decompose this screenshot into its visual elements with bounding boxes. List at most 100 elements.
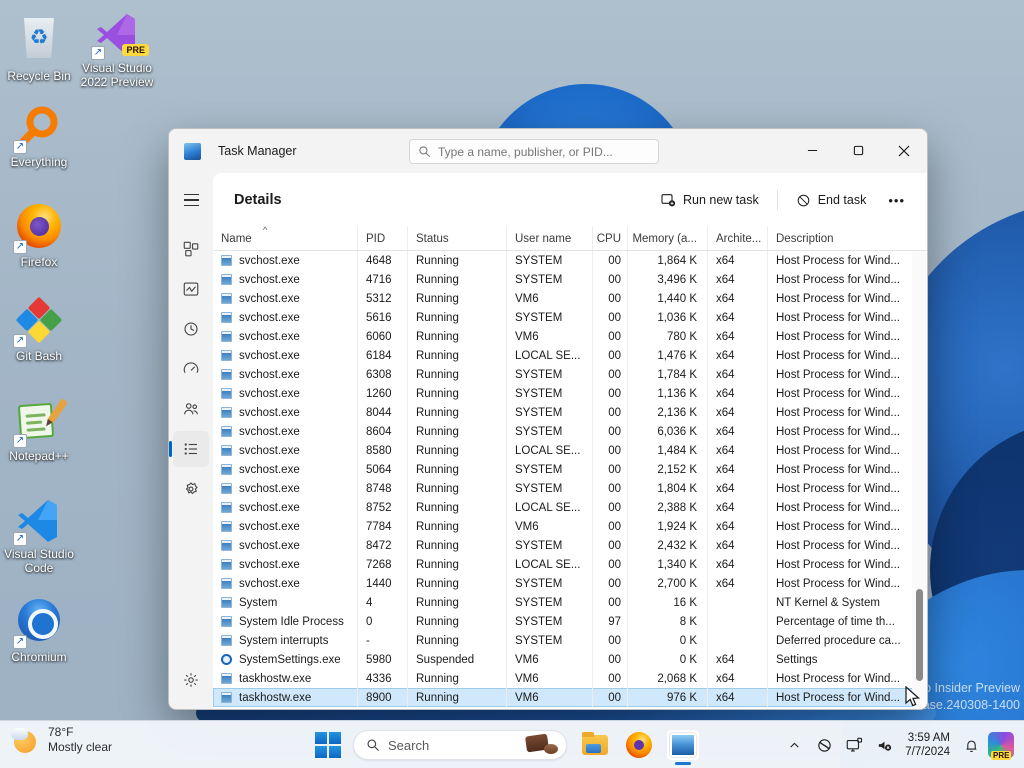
column-header-memory[interactable]: Memory (a... — [628, 227, 708, 250]
desktop-icon-notepad-plus-plus[interactable]: ↗ Notepad++ — [0, 398, 86, 463]
nav-performance[interactable] — [173, 271, 209, 307]
cell-mem: 1,924 K — [628, 517, 708, 536]
table-row[interactable]: svchost.exe 8752 Running LOCAL SE... 00 2,388… — [213, 498, 927, 517]
table-row[interactable]: svchost.exe 7784 Running VM6 00 1,924 Kx64 Hos… — [213, 517, 927, 536]
table-row[interactable]: svchost.exe 4716 Running SYSTEM 00 3,496 Kx64… — [213, 270, 927, 289]
column-header-user[interactable]: User name — [507, 227, 593, 250]
table-row[interactable]: taskhostw.exe 4336 Running VM6 00 2,068 Kx64 H… — [213, 669, 927, 688]
nav-settings[interactable] — [173, 662, 209, 698]
column-header-cpu[interactable]: CPU — [593, 227, 628, 250]
cell-arch: x64 — [708, 384, 768, 403]
process-icon — [221, 445, 232, 456]
table-row[interactable]: System 4 Running SYSTEM 00 16 K NT Kernel & Sy… — [213, 593, 927, 612]
cell-desc: Host Process for Wind... — [776, 501, 900, 514]
end-task-icon — [797, 194, 810, 206]
run-new-task-button[interactable]: Run new task — [650, 186, 769, 214]
nav-app-history[interactable] — [173, 311, 209, 347]
tray-display[interactable] — [839, 729, 869, 761]
taskbar-firefox[interactable] — [622, 729, 656, 761]
table-row[interactable]: System Idle Process 0 Running SYSTEM 97 8 K Pe… — [213, 612, 927, 631]
table-row[interactable]: svchost.exe 5616 Running SYSTEM 00 1,036 Kx64… — [213, 308, 927, 327]
cell-desc: Host Process for Wind... — [776, 482, 900, 495]
column-header-architecture[interactable]: Archite... — [708, 227, 768, 250]
cell-pid: 5064 — [358, 460, 408, 479]
table-row[interactable]: svchost.exe 1440 Running SYSTEM 00 2,700 Kx64… — [213, 574, 927, 593]
table-row[interactable]: svchost.exe 5064 Running SYSTEM 00 2,152 Kx64… — [213, 460, 927, 479]
desktop-icon-everything[interactable]: ↗ Everything — [0, 104, 86, 169]
cell-status: Running — [408, 631, 507, 650]
table-row[interactable]: svchost.exe 8748 Running SYSTEM 00 1,804 Kx64… — [213, 479, 927, 498]
cell-cpu: 00 — [593, 346, 628, 365]
tray-volume[interactable] — [869, 729, 899, 761]
weather-widget[interactable]: 78°F Mostly clear — [10, 725, 112, 755]
table-row[interactable]: taskhostw.exe 8900 Running VM6 00 976 Kx64 Hos… — [213, 688, 927, 707]
table-row[interactable]: svchost.exe 8044 Running SYSTEM 00 2,136 Kx64… — [213, 403, 927, 422]
cell-status: Running — [408, 346, 507, 365]
tray-clock[interactable]: 3:59 AM 7/7/2024 — [905, 731, 950, 759]
table-row[interactable]: SystemSettings.exe 5980 Suspended VM6 00 0 Kx… — [213, 650, 927, 669]
maximize-button[interactable] — [835, 129, 881, 172]
search-icon — [419, 146, 430, 157]
shortcut-arrow-icon: ↗ — [13, 334, 27, 348]
cell-desc: Host Process for Wind... — [776, 254, 900, 267]
table-row[interactable]: svchost.exe 7268 Running LOCAL SE... 00 1,340… — [213, 555, 927, 574]
tray-show-hidden-icons[interactable] — [779, 729, 809, 761]
cell-name: svchost.exe — [213, 517, 358, 536]
column-header-pid[interactable]: PID — [358, 227, 408, 250]
column-header-status[interactable]: Status — [408, 227, 507, 250]
taskbar-file-explorer[interactable] — [578, 729, 612, 761]
end-task-button[interactable]: End task — [786, 187, 877, 214]
more-options-button[interactable]: ••• — [880, 189, 913, 212]
nav-processes[interactable] — [173, 231, 209, 267]
tray-notifications[interactable] — [956, 729, 986, 761]
minimize-button[interactable] — [789, 129, 835, 172]
table-row[interactable]: svchost.exe 6060 Running VM6 00 780 Kx64 Host … — [213, 327, 927, 346]
nav-details[interactable] — [169, 431, 209, 467]
table-row[interactable]: svchost.exe 8604 Running SYSTEM 00 6,036 Kx64… — [213, 422, 927, 441]
desktop-icon-git-bash[interactable]: ↗ Git Bash — [0, 296, 86, 363]
table-row[interactable]: System interrupts - Running SYSTEM 00 0 K Defe… — [213, 631, 927, 650]
cell-user: SYSTEM — [507, 365, 593, 384]
table-row[interactable]: svchost.exe 1260 Running SYSTEM 00 1,136 Kx64… — [213, 384, 927, 403]
cell-status: Running — [408, 289, 507, 308]
search-highlight-cake-icon — [524, 732, 562, 758]
table-row[interactable]: svchost.exe 8580 Running LOCAL SE... 00 1,484… — [213, 441, 927, 460]
shortcut-arrow-icon: ↗ — [13, 434, 27, 448]
process-search-input[interactable]: Type a name, publisher, or PID... — [409, 139, 659, 164]
desktop-icon-visual-studio-preview[interactable]: PRE ↗ Visual Studio 2022 Preview — [70, 10, 164, 89]
cell-mem: 1,440 K — [628, 289, 708, 308]
cell-status: Running — [408, 669, 507, 688]
cell-pid: 6308 — [358, 365, 408, 384]
cell-desc: Host Process for Wind... — [776, 368, 900, 381]
vertical-scrollbar[interactable] — [912, 251, 927, 709]
cell-cpu: 00 — [593, 327, 628, 346]
tray-vs-preview[interactable]: PRE — [988, 732, 1014, 760]
table-row[interactable]: svchost.exe 8472 Running SYSTEM 00 2,432 Kx64… — [213, 536, 927, 555]
nav-users[interactable] — [173, 391, 209, 427]
tray-network-status[interactable] — [809, 729, 839, 761]
scrollbar-thumb[interactable] — [916, 589, 923, 681]
table-row[interactable]: svchost.exe 6308 Running SYSTEM 00 1,784 Kx64… — [213, 365, 927, 384]
table-row[interactable]: svchost.exe 6184 Running LOCAL SE... 00 1,476… — [213, 346, 927, 365]
taskbar-task-manager[interactable] — [666, 729, 700, 765]
nav-services[interactable] — [173, 471, 209, 507]
cell-user: SYSTEM — [507, 631, 593, 650]
taskbar-search[interactable]: Search — [353, 730, 567, 760]
desktop-icon-chromium[interactable]: ↗ Chromium — [0, 596, 86, 664]
column-header-description[interactable]: Description — [768, 227, 927, 250]
title-bar[interactable]: Task Manager Type a name, publisher, or … — [169, 129, 927, 173]
start-button[interactable] — [314, 731, 342, 759]
close-button[interactable] — [881, 129, 927, 172]
nav-startup-apps[interactable] — [173, 351, 209, 387]
pre-badge: PRE — [991, 751, 1012, 760]
desktop-icon-firefox[interactable]: ↗ Firefox — [0, 202, 86, 269]
table-row[interactable]: svchost.exe 5312 Running VM6 00 1,440 Kx64 Hos… — [213, 289, 927, 308]
cell-mem: 2,432 K — [628, 536, 708, 555]
menu-hamburger-button[interactable] — [173, 187, 209, 213]
desktop-icon-visual-studio-code[interactable]: ↗ Visual Studio Code — [0, 496, 86, 575]
cell-cpu: 00 — [593, 308, 628, 327]
table-row[interactable]: svchost.exe 4648 Running SYSTEM 00 1,864 Kx64… — [213, 251, 927, 270]
column-header-name[interactable]: Name — [213, 227, 358, 250]
cell-pid: 7784 — [358, 517, 408, 536]
cell-arch: x64 — [708, 441, 768, 460]
